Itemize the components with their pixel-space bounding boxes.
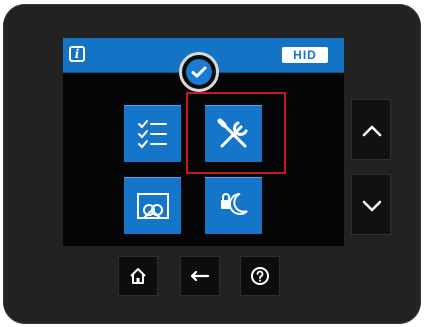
highlight-selection-frame (186, 92, 286, 174)
chevron-up-icon (362, 125, 382, 137)
brand-logo: HID (282, 47, 328, 63)
help-icon (251, 267, 269, 285)
scroll-up-button[interactable] (351, 99, 391, 160)
home-button[interactable] (118, 256, 158, 296)
home-icon (130, 268, 146, 284)
back-arrow-icon (190, 270, 210, 282)
scroll-down-button[interactable] (351, 174, 391, 235)
checklist-icon (138, 120, 167, 149)
checklist-tile[interactable] (124, 105, 181, 162)
info-icon[interactable]: i (69, 46, 85, 62)
lock-sleep-tile[interactable] (205, 177, 262, 234)
help-button[interactable] (240, 256, 280, 296)
lock-moon-icon (221, 192, 248, 215)
image-link-tile[interactable] (124, 177, 181, 234)
check-circle-icon (179, 52, 219, 92)
back-button[interactable] (180, 256, 220, 296)
chevron-down-icon (362, 200, 382, 212)
image-link-icon (137, 193, 169, 219)
